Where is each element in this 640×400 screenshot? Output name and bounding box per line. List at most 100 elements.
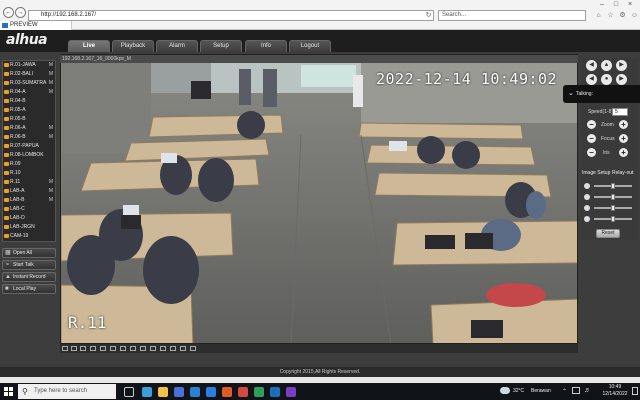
word-icon[interactable] bbox=[270, 387, 280, 397]
close-icon[interactable]: × bbox=[624, 1, 636, 9]
tab-logout[interactable]: Logout bbox=[289, 40, 331, 52]
file-explorer-icon[interactable] bbox=[158, 387, 168, 397]
windows-start-icon[interactable] bbox=[4, 387, 13, 396]
layout-36-icon[interactable] bbox=[150, 346, 156, 351]
channel-item[interactable]: R.01-JAWA M bbox=[3, 61, 55, 70]
main-stream-indicator[interactable]: M bbox=[49, 133, 53, 142]
volume-icon[interactable]: ♬ bbox=[584, 387, 591, 394]
saturation-slider[interactable] bbox=[594, 205, 632, 211]
main-stream-indicator[interactable]: M bbox=[49, 196, 53, 205]
main-stream-indicator[interactable]: M bbox=[49, 61, 53, 70]
channel-item[interactable]: LAB-D bbox=[3, 214, 55, 223]
channel-item[interactable]: R.09 bbox=[3, 160, 55, 169]
main-stream-indicator[interactable]: M bbox=[49, 187, 53, 196]
iris-close-button[interactable]: − bbox=[587, 148, 596, 157]
layout-16-icon[interactable] bbox=[90, 346, 96, 351]
ptz-left-icon[interactable]: ◀ bbox=[586, 74, 597, 85]
refresh-icon[interactable]: ↻ bbox=[424, 11, 433, 20]
ptz-center-icon[interactable]: ● bbox=[601, 74, 612, 85]
tab-alarm[interactable]: Alarm bbox=[156, 40, 198, 52]
start-talk-button[interactable]: ⚬ Start Talk bbox=[2, 260, 56, 270]
clock-time[interactable]: 10:49 bbox=[600, 384, 630, 390]
brightness-slider-knob[interactable] bbox=[611, 183, 615, 189]
back-icon[interactable]: ← bbox=[3, 7, 14, 18]
forward-icon[interactable]: → bbox=[15, 7, 26, 18]
contrast-slider[interactable] bbox=[594, 194, 632, 200]
channel-item[interactable]: R.05-B bbox=[3, 115, 55, 124]
channel-item[interactable]: R.07-PAPUA bbox=[3, 142, 55, 151]
channel-item[interactable]: LAB-JRGN bbox=[3, 223, 55, 232]
channel-list[interactable]: R.01-JAWA M R.02-BALI M R.03-SUMATRA M R.04-A M… bbox=[2, 60, 56, 242]
edge-browser-icon[interactable] bbox=[142, 387, 152, 397]
saturation-slider-knob[interactable] bbox=[611, 205, 615, 211]
internet-explorer-icon[interactable] bbox=[206, 387, 216, 397]
zoom-in-button[interactable]: + bbox=[619, 120, 628, 129]
channel-item[interactable]: R.04-A M bbox=[3, 88, 55, 97]
layout-20-icon[interactable] bbox=[130, 346, 136, 351]
speed-select[interactable]: 5 bbox=[612, 108, 628, 116]
channel-item[interactable]: LAB-B M bbox=[3, 196, 55, 205]
channel-item[interactable]: R.10 bbox=[3, 169, 55, 178]
layout-9-icon[interactable] bbox=[80, 346, 86, 351]
smiley-icon[interactable]: ☺ bbox=[630, 11, 639, 20]
address-bar[interactable]: http://192.168.2.167/ bbox=[28, 10, 434, 21]
mail-icon[interactable] bbox=[190, 387, 200, 397]
gear-icon[interactable]: ⚙ bbox=[618, 11, 627, 20]
channel-item[interactable]: R.06-A M bbox=[3, 124, 55, 133]
layout-1-icon[interactable] bbox=[62, 346, 68, 351]
channel-item[interactable]: R.02-BALI M bbox=[3, 70, 55, 79]
layout-4-icon[interactable] bbox=[71, 346, 77, 351]
tab-info[interactable]: Info bbox=[245, 40, 287, 52]
zoom-out-button[interactable]: − bbox=[587, 120, 596, 129]
layout-8-icon[interactable] bbox=[110, 346, 116, 351]
main-stream-indicator[interactable]: M bbox=[49, 178, 53, 187]
channel-item[interactable]: R.03-SUMATRA M bbox=[3, 79, 55, 88]
channel-item[interactable]: R.11 M bbox=[3, 178, 55, 187]
channel-item[interactable]: R.08-LOMBOK bbox=[3, 151, 55, 160]
fullscreen-icon[interactable] bbox=[190, 346, 196, 351]
channel-item[interactable]: R.05-A bbox=[3, 106, 55, 115]
channel-item[interactable]: R.06-B M bbox=[3, 133, 55, 142]
snapshot-icon[interactable] bbox=[160, 346, 166, 351]
tray-chevron-icon[interactable]: ⌃ bbox=[562, 388, 567, 395]
focus-out-button[interactable]: − bbox=[587, 134, 596, 143]
app-icon[interactable] bbox=[238, 387, 248, 397]
task-view-icon[interactable] bbox=[124, 387, 134, 397]
home-icon[interactable]: ⌂ bbox=[594, 11, 603, 20]
brightness-slider[interactable] bbox=[594, 183, 632, 189]
minimize-icon[interactable]: – bbox=[596, 1, 608, 9]
contrast-slider-knob[interactable] bbox=[611, 194, 615, 200]
reset-button[interactable]: Reset bbox=[596, 229, 620, 238]
channel-item[interactable]: R.04-B bbox=[3, 97, 55, 106]
chrome-icon[interactable] bbox=[254, 387, 264, 397]
layout-6-icon[interactable] bbox=[100, 346, 106, 351]
channel-item[interactable]: LAB-C bbox=[3, 205, 55, 214]
taskbar-search-input[interactable]: ⚲ Type here to search bbox=[18, 384, 116, 399]
main-stream-indicator[interactable]: M bbox=[49, 70, 53, 79]
zoom-icon[interactable] bbox=[180, 346, 186, 351]
focus-in-button[interactable]: + bbox=[619, 134, 628, 143]
ptz-up-icon[interactable]: ▲ bbox=[601, 60, 612, 71]
browser-tab[interactable]: PREVIEW bbox=[0, 21, 72, 30]
app-icon-2[interactable] bbox=[286, 387, 296, 397]
network-icon[interactable] bbox=[572, 387, 580, 394]
ptz-right-icon[interactable]: ▶ bbox=[616, 74, 627, 85]
record-toggle-icon[interactable] bbox=[170, 346, 176, 351]
main-stream-indicator[interactable]: M bbox=[49, 79, 53, 88]
layout-13-icon[interactable] bbox=[120, 346, 126, 351]
hue-slider-knob[interactable] bbox=[611, 216, 615, 222]
video-feed[interactable] bbox=[60, 54, 578, 344]
iris-open-button[interactable]: + bbox=[619, 148, 628, 157]
layout-25-icon[interactable] bbox=[140, 346, 146, 351]
tab-playback[interactable]: Playback bbox=[112, 40, 154, 52]
channel-item[interactable]: LAB-A M bbox=[3, 187, 55, 196]
hue-slider[interactable] bbox=[594, 216, 632, 222]
relay-out-tab[interactable]: Relay-out bbox=[612, 170, 633, 176]
tab-setup[interactable]: Setup bbox=[200, 40, 242, 52]
office-icon[interactable] bbox=[222, 387, 232, 397]
store-icon[interactable] bbox=[174, 387, 184, 397]
favorites-star-icon[interactable]: ☆ bbox=[606, 11, 615, 20]
main-stream-indicator[interactable]: M bbox=[49, 88, 53, 97]
instant-record-button[interactable]: ▲ Instant Record bbox=[2, 272, 56, 282]
local-play-button[interactable]: ■ Local Play bbox=[2, 284, 56, 294]
